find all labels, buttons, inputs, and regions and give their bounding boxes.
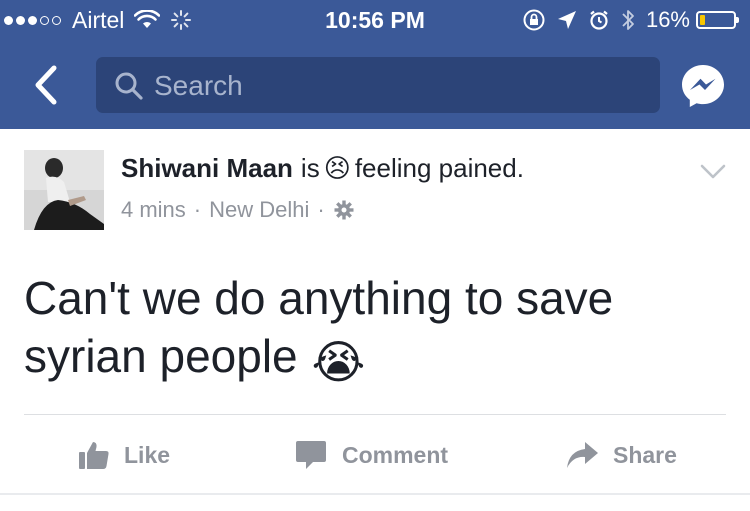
post-timestamp[interactable]: 4 mins [121, 197, 186, 223]
post-actions: Like Comment Share [0, 429, 750, 481]
thumbs-up-icon [79, 442, 109, 469]
post-text-line: syrian people [24, 330, 298, 382]
avatar[interactable] [24, 150, 104, 230]
comment-icon [296, 441, 326, 469]
meta-separator: · [317, 197, 325, 222]
search-placeholder: Search [154, 70, 243, 101]
like-button[interactable]: Like [78, 429, 170, 481]
gear-icon [334, 200, 354, 220]
share-arrow-icon [567, 442, 598, 468]
crying-emoji: 😭 [311, 336, 366, 388]
author-name[interactable]: Shiwani Maan [121, 153, 293, 184]
chevron-down-icon[interactable] [699, 163, 727, 181]
bluetooth-icon [622, 10, 634, 30]
share-button[interactable]: Share [565, 429, 677, 481]
post-location[interactable]: New Delhi [209, 197, 309, 223]
location-arrow-icon [557, 11, 576, 29]
battery-fill [700, 15, 705, 25]
divider [24, 414, 726, 415]
is-word: is [300, 153, 320, 183]
status-bar: Airtel 10:56 PM 16% [0, 0, 750, 40]
battery-icon [696, 11, 739, 29]
rotation-lock-icon [523, 9, 545, 31]
post-header-line: Shiwani Maan is 😣 feeling pained. [121, 153, 524, 184]
battery-percent: 16% [645, 7, 690, 32]
meta-separator: · [193, 197, 202, 222]
post-text: Can't we do anything to save syrian peop… [24, 269, 724, 391]
like-label: Like [124, 441, 171, 468]
divider [0, 493, 750, 495]
feeling-text: feeling pained. [354, 153, 524, 183]
comment-label: Comment [342, 441, 449, 468]
feeling-emoji: 😣 [323, 153, 351, 183]
share-label: Share [613, 441, 677, 468]
search-bar[interactable]: Search [96, 57, 660, 113]
feed-post: Shiwani Maan is 😣 feeling pained. 4 mins… [0, 129, 750, 511]
messenger-icon[interactable] [680, 63, 726, 109]
comment-button[interactable]: Comment [294, 429, 448, 481]
alarm-icon [590, 10, 608, 30]
app-header: Airtel 10:56 PM 16% Search [0, 0, 750, 129]
post-text-line: Can't we do anything to save [24, 272, 614, 324]
post-meta: 4 mins · New Delhi · [121, 197, 355, 223]
back-button[interactable] [26, 60, 66, 110]
search-icon [115, 72, 143, 100]
